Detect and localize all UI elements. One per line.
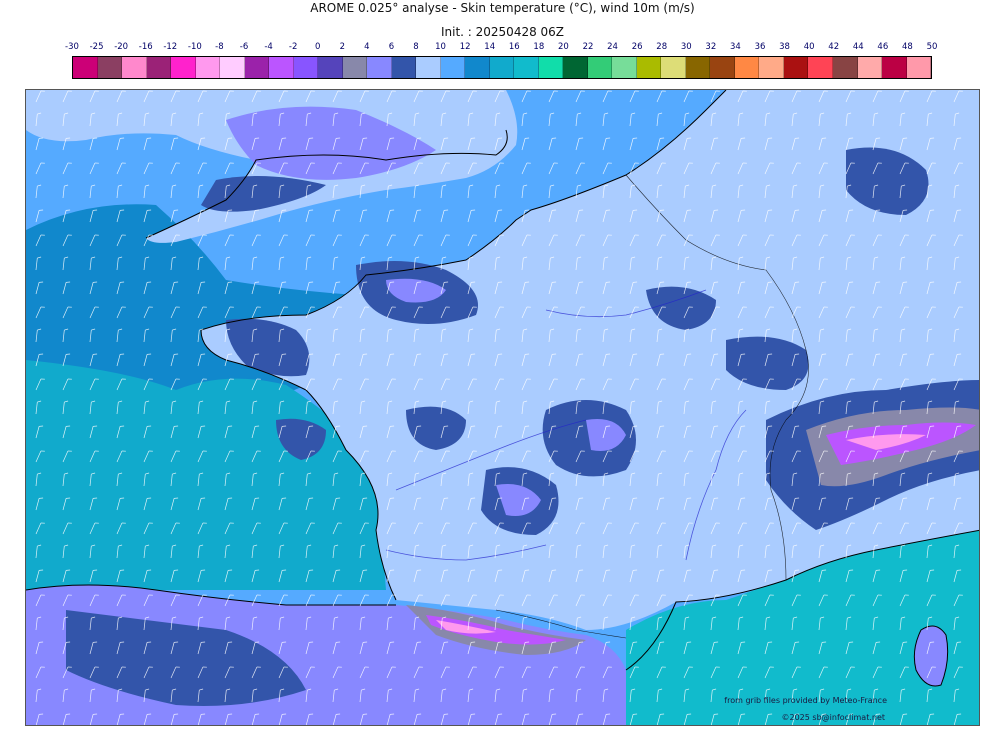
- colorbar-tick-label: 12: [459, 42, 471, 52]
- colorbar-tick-label: -20: [114, 42, 129, 52]
- colorbar-swatch: [514, 57, 539, 78]
- colorbar-tick-label: 32: [705, 42, 717, 52]
- colorbar-tick-label: -10: [187, 42, 202, 52]
- colorbar-swatch: [318, 57, 343, 78]
- colorbar-swatch: [293, 57, 319, 78]
- colorbar-swatch: [612, 57, 637, 78]
- colorbar-tick-label: 34: [730, 42, 741, 52]
- colorbar-swatch: [882, 57, 907, 78]
- colorbar-tick-label: 10: [435, 42, 446, 52]
- colorbar-tick-label: 18: [533, 42, 545, 52]
- colorbar-tick-label: -4: [264, 42, 273, 52]
- colorbar-tick-label: 48: [902, 42, 913, 52]
- copyright-credit: ©2025 sb@infoclimat.net: [781, 713, 886, 722]
- colorbar-swatch: [171, 57, 196, 78]
- colorbar-swatch: [734, 57, 760, 78]
- colorbar-swatch: [269, 57, 294, 78]
- colorbar-tick-label: 30: [680, 42, 692, 52]
- colorbar-tick-label: 6: [388, 42, 395, 52]
- colorbar-swatch: [857, 57, 883, 78]
- colorbar-swatch: [391, 57, 417, 78]
- map-init-time: Init. : 20250428 06Z: [440, 25, 565, 39]
- temperature-wind-map: [25, 89, 980, 726]
- colorbar-tick-label: -6: [239, 42, 249, 52]
- colorbar-tick-label: 38: [779, 42, 790, 52]
- colorbar-swatch: [685, 57, 711, 78]
- colorbar-swatch: [465, 57, 490, 78]
- colorbar-tick-label: 0: [314, 42, 321, 52]
- colorbar-swatch: [710, 57, 735, 78]
- colorbar-swatch: [122, 57, 147, 78]
- colorbar-swatch: [832, 57, 858, 78]
- colorbar-tick-label: 40: [803, 42, 815, 52]
- colorbar-tick-label: 46: [877, 42, 889, 52]
- colorbar-tick-label: 16: [508, 42, 520, 52]
- colorbar-tick-label: 36: [754, 42, 766, 52]
- data-source-credit: from grib files provided by Meteo-France: [724, 696, 887, 705]
- colorbar-tick-label: 44: [852, 42, 864, 52]
- colorbar-tick-label: 28: [656, 42, 668, 52]
- colorbar-swatch: [73, 57, 98, 78]
- colorbar-swatch: [416, 57, 441, 78]
- colorbar-swatch: [244, 57, 270, 78]
- colorbar-tick-label: 8: [413, 42, 419, 52]
- colorbar-swatch: [563, 57, 588, 78]
- colorbar-tick-label: -12: [163, 42, 178, 52]
- colorbar-swatch: [636, 57, 662, 78]
- colorbar-tick-label: 22: [582, 42, 594, 52]
- colorbar-tick-label: 50: [926, 42, 938, 52]
- colorbar-swatch: [489, 57, 515, 78]
- colorbar-swatch: [906, 57, 932, 78]
- colorbar-swatch: [342, 57, 368, 78]
- colorbar-tick-label: 2: [339, 42, 345, 52]
- colorbar-tick-label: 26: [631, 42, 643, 52]
- colorbar-tick-label: 42: [828, 42, 840, 52]
- colorbar-tick-label: -8: [215, 42, 224, 52]
- colorbar-tick-label: 14: [484, 42, 496, 52]
- colorbar-swatch: [661, 57, 686, 78]
- colorbar-swatch: [808, 57, 833, 78]
- colorbar-tick-label: -2: [288, 42, 298, 52]
- colorbar-swatch: [146, 57, 172, 78]
- colorbar-swatch: [220, 57, 245, 78]
- temperature-colorbar: [72, 56, 932, 79]
- colorbar-tick-label: 20: [558, 42, 569, 52]
- colorbar-swatch: [783, 57, 809, 78]
- colorbar-tick-labels: -30 -25 -20 -16 -12 -10 -8 -6 -4 -2 0 2 4 6 8 10 12 14 16 1…: [65, 42, 937, 54]
- colorbar-tick-label: -16: [138, 42, 153, 52]
- colorbar-tick-label: -30: [65, 42, 79, 52]
- colorbar-tick-label: -25: [89, 42, 104, 52]
- colorbar-tick-label: 24: [607, 42, 618, 52]
- colorbar-swatch: [97, 57, 123, 78]
- colorbar-swatch: [759, 57, 784, 78]
- colorbar-swatch: [587, 57, 613, 78]
- colorbar-swatch: [440, 57, 466, 78]
- map-title: AROME 0.025° analyse - Skin temperature …: [310, 1, 695, 15]
- colorbar-swatch: [367, 57, 392, 78]
- colorbar-swatch: [538, 57, 564, 78]
- colorbar-tick-label: 4: [364, 42, 370, 52]
- colorbar-swatch: [195, 57, 221, 78]
